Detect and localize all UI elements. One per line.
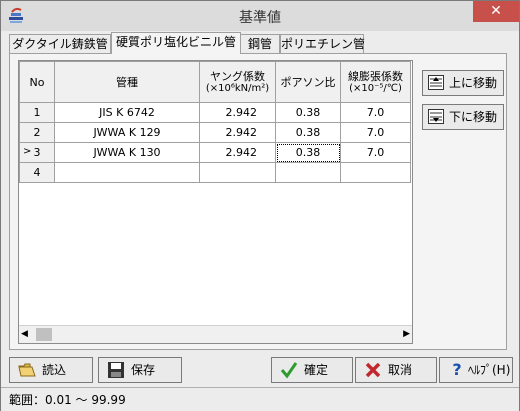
header-thermal-expansion: 線膨張係数 (×10⁻⁵/℃) xyxy=(340,61,411,103)
cell-pipe[interactable]: JWWA K 129 xyxy=(54,122,200,143)
cell-young[interactable]: 2.942 xyxy=(199,122,276,143)
header-young-modulus: ヤング係数 (×10⁶kN/m²) xyxy=(199,61,276,103)
row-number[interactable]: 2 xyxy=(19,122,55,143)
header-poisson-ratio: ポアソン比 xyxy=(275,61,341,103)
row-number[interactable]: > 3 xyxy=(19,142,55,163)
cell-poisson-selected[interactable]: 0.38 xyxy=(275,142,341,163)
row-number[interactable]: 1 xyxy=(19,102,55,123)
range-status-text: 範囲：0.01 ～ 99.99 xyxy=(9,393,126,407)
save-button[interactable]: 保存 xyxy=(98,357,182,383)
cancel-x-icon xyxy=(365,362,381,378)
header-pipe-type: 管種 xyxy=(54,61,200,103)
window-title: 基準値 xyxy=(239,10,281,26)
cell-thermal[interactable]: 7.0 xyxy=(340,122,411,143)
checkmark-icon xyxy=(280,362,298,379)
cell-young[interactable]: 2.942 xyxy=(199,102,276,123)
cell-young[interactable] xyxy=(199,162,276,183)
cell-poisson[interactable]: 0.38 xyxy=(275,122,341,143)
data-grid[interactable]: No 管種 ヤング係数 (×10⁶kN/m²) ポアソン比 線膨張係数 (×10… xyxy=(18,60,413,344)
move-up-button[interactable]: 上に移動 xyxy=(422,70,504,96)
move-down-button[interactable]: 下に移動 xyxy=(422,104,504,130)
tab-panel: No 管種 ヤング係数 (×10⁶kN/m²) ポアソン比 線膨張係数 (×10… xyxy=(9,53,507,350)
cell-pipe[interactable] xyxy=(54,162,200,183)
current-row-marker: > xyxy=(23,146,32,157)
table-row[interactable]: 4 xyxy=(19,162,411,183)
header-no: No xyxy=(19,61,55,103)
cancel-button[interactable]: 取消 xyxy=(355,357,437,383)
folder-open-icon xyxy=(18,363,36,377)
tab-steel[interactable]: 鋼管 xyxy=(240,34,280,53)
row-number[interactable]: 4 xyxy=(19,162,55,183)
dialog-window: 基準値 ✕ ダクタイル鋳鉄管 硬質ポリ塩化ビニル管 鋼管 ポリエチレン管 No … xyxy=(0,0,520,411)
load-button[interactable]: 読込 xyxy=(9,357,93,383)
tab-ductile-iron[interactable]: ダクタイル鋳鉄管 xyxy=(9,34,111,53)
move-up-icon xyxy=(428,75,444,90)
cell-thermal[interactable]: 7.0 xyxy=(340,102,411,123)
cell-pipe[interactable]: JWWA K 130 xyxy=(54,142,200,163)
confirm-button[interactable]: 確定 xyxy=(271,357,353,383)
cell-thermal[interactable] xyxy=(340,162,411,183)
move-down-icon xyxy=(428,109,444,124)
table-row[interactable]: > 3 JWWA K 130 2.942 0.38 7.0 xyxy=(19,142,411,163)
material-table: No 管種 ヤング係数 (×10⁶kN/m²) ポアソン比 線膨張係数 (×10… xyxy=(19,61,411,183)
cell-pipe[interactable]: JIS K 6742 xyxy=(54,102,200,123)
header-row: No 管種 ヤング係数 (×10⁶kN/m²) ポアソン比 線膨張係数 (×10… xyxy=(19,61,411,103)
cell-thermal[interactable]: 7.0 xyxy=(340,142,411,163)
cell-poisson[interactable]: 0.38 xyxy=(275,102,341,123)
scroll-left-icon[interactable]: ◀ xyxy=(21,329,28,339)
scroll-thumb[interactable] xyxy=(36,328,52,341)
scroll-right-icon[interactable]: ▶ xyxy=(403,329,410,339)
floppy-disk-icon xyxy=(108,362,124,378)
tab-polyethylene[interactable]: ポリエチレン管 xyxy=(280,34,365,53)
cell-young[interactable]: 2.942 xyxy=(199,142,276,163)
horizontal-scrollbar[interactable]: ◀ ▶ xyxy=(19,325,412,343)
table-row[interactable]: 2 JWWA K 129 2.942 0.38 7.0 xyxy=(19,122,411,143)
close-button[interactable]: ✕ xyxy=(473,1,519,22)
table-row[interactable]: 1 JIS K 6742 2.942 0.38 7.0 xyxy=(19,102,411,123)
help-button[interactable]: ? ﾍﾙﾌﾟ(H) xyxy=(439,357,513,383)
help-question-icon: ? xyxy=(452,360,462,379)
tab-pvc[interactable]: 硬質ポリ塩化ビニル管 xyxy=(111,32,241,54)
cell-poisson[interactable] xyxy=(275,162,341,183)
status-bar: 範囲：0.01 ～ 99.99 xyxy=(1,387,519,411)
title-bar: 基準値 ✕ xyxy=(1,1,519,31)
